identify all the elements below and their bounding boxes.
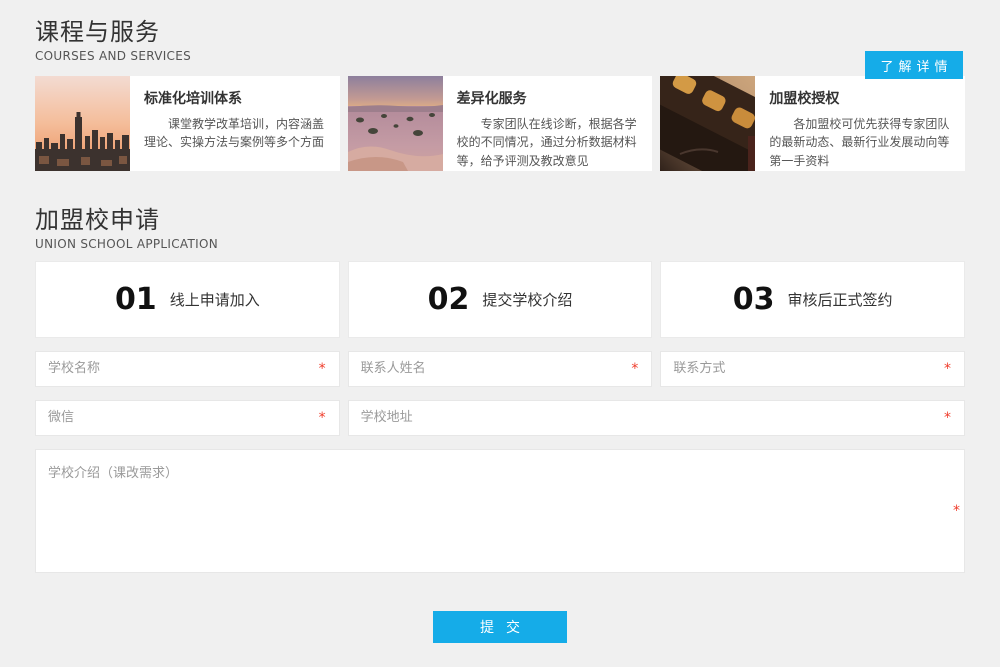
film-strip-image bbox=[660, 76, 755, 171]
courses-title: 课程与服务 bbox=[35, 18, 965, 47]
submit-button[interactable]: 提交 bbox=[433, 611, 567, 643]
step-number: 03 bbox=[733, 282, 775, 317]
service-card-authorization: 加盟校授权 各加盟校可优先获得专家团队的最新动态、最新行业发展动向等第一手资料 bbox=[660, 76, 965, 171]
learn-more-button[interactable]: 了解详情 bbox=[865, 51, 963, 79]
field-wechat: * bbox=[35, 400, 340, 436]
wechat-input[interactable] bbox=[35, 400, 340, 436]
service-card-title: 差异化服务 bbox=[457, 88, 643, 108]
step-number: 01 bbox=[115, 282, 157, 317]
school-intro-textarea[interactable] bbox=[35, 449, 965, 573]
application-form: * * * * * * bbox=[35, 351, 965, 573]
step-label: 提交学校介绍 bbox=[482, 289, 572, 310]
courses-section-header: 课程与服务 COURSES AND SERVICES bbox=[35, 18, 965, 63]
field-school-address: * bbox=[348, 400, 965, 436]
application-title: 加盟校申请 bbox=[35, 206, 965, 235]
contact-name-input[interactable] bbox=[348, 351, 653, 387]
step-number: 02 bbox=[428, 282, 470, 317]
service-card-description: 课堂教学改革培训，内容涵盖理论、实操方法与案例等多个方面 bbox=[144, 115, 330, 152]
application-subtitle: UNION SCHOOL APPLICATION bbox=[35, 237, 965, 251]
required-marker: * bbox=[944, 362, 951, 376]
contact-phone-input[interactable] bbox=[660, 351, 965, 387]
desert-dusk-image bbox=[348, 76, 443, 171]
school-address-input[interactable] bbox=[348, 400, 965, 436]
service-card-training: 标准化培训体系 课堂教学改革培训，内容涵盖理论、实操方法与案例等多个方面 bbox=[35, 76, 340, 171]
service-card-title: 标准化培训体系 bbox=[144, 88, 330, 108]
field-contact-phone: * bbox=[660, 351, 965, 387]
step-card-1: 01 线上申请加入 bbox=[35, 261, 340, 338]
service-card-differentiated: 差异化服务 专家团队在线诊断，根据各学校的不同情况，通过分析数据材料等，给予评测… bbox=[348, 76, 653, 171]
required-marker: * bbox=[319, 362, 326, 376]
step-label: 审核后正式签约 bbox=[788, 289, 893, 310]
service-cards-row: 标准化培训体系 课堂教学改革培训，内容涵盖理论、实操方法与案例等多个方面 bbox=[35, 76, 965, 171]
service-card-description: 专家团队在线诊断，根据各学校的不同情况，通过分析数据材料等，给予评测及教改意见 bbox=[457, 115, 643, 171]
city-skyline-image bbox=[35, 76, 130, 171]
page: 课程与服务 COURSES AND SERVICES 了解详情 bbox=[0, 0, 1000, 667]
application-section-header: 加盟校申请 UNION SCHOOL APPLICATION bbox=[35, 206, 965, 251]
service-card-title: 加盟校授权 bbox=[769, 88, 955, 108]
field-school-intro: * bbox=[35, 449, 965, 573]
field-school-name: * bbox=[35, 351, 340, 387]
step-card-3: 03 审核后正式签约 bbox=[660, 261, 965, 338]
required-marker: * bbox=[953, 504, 960, 518]
courses-subtitle: COURSES AND SERVICES bbox=[35, 49, 965, 63]
school-name-input[interactable] bbox=[35, 351, 340, 387]
step-card-2: 02 提交学校介绍 bbox=[348, 261, 653, 338]
required-marker: * bbox=[944, 411, 951, 425]
step-label: 线上申请加入 bbox=[170, 289, 260, 310]
required-marker: * bbox=[319, 411, 326, 425]
application-steps-row: 01 线上申请加入 02 提交学校介绍 03 审核后正式签约 bbox=[35, 261, 965, 338]
service-card-description: 各加盟校可优先获得专家团队的最新动态、最新行业发展动向等第一手资料 bbox=[769, 115, 955, 171]
required-marker: * bbox=[631, 362, 638, 376]
field-contact-name: * bbox=[348, 351, 653, 387]
